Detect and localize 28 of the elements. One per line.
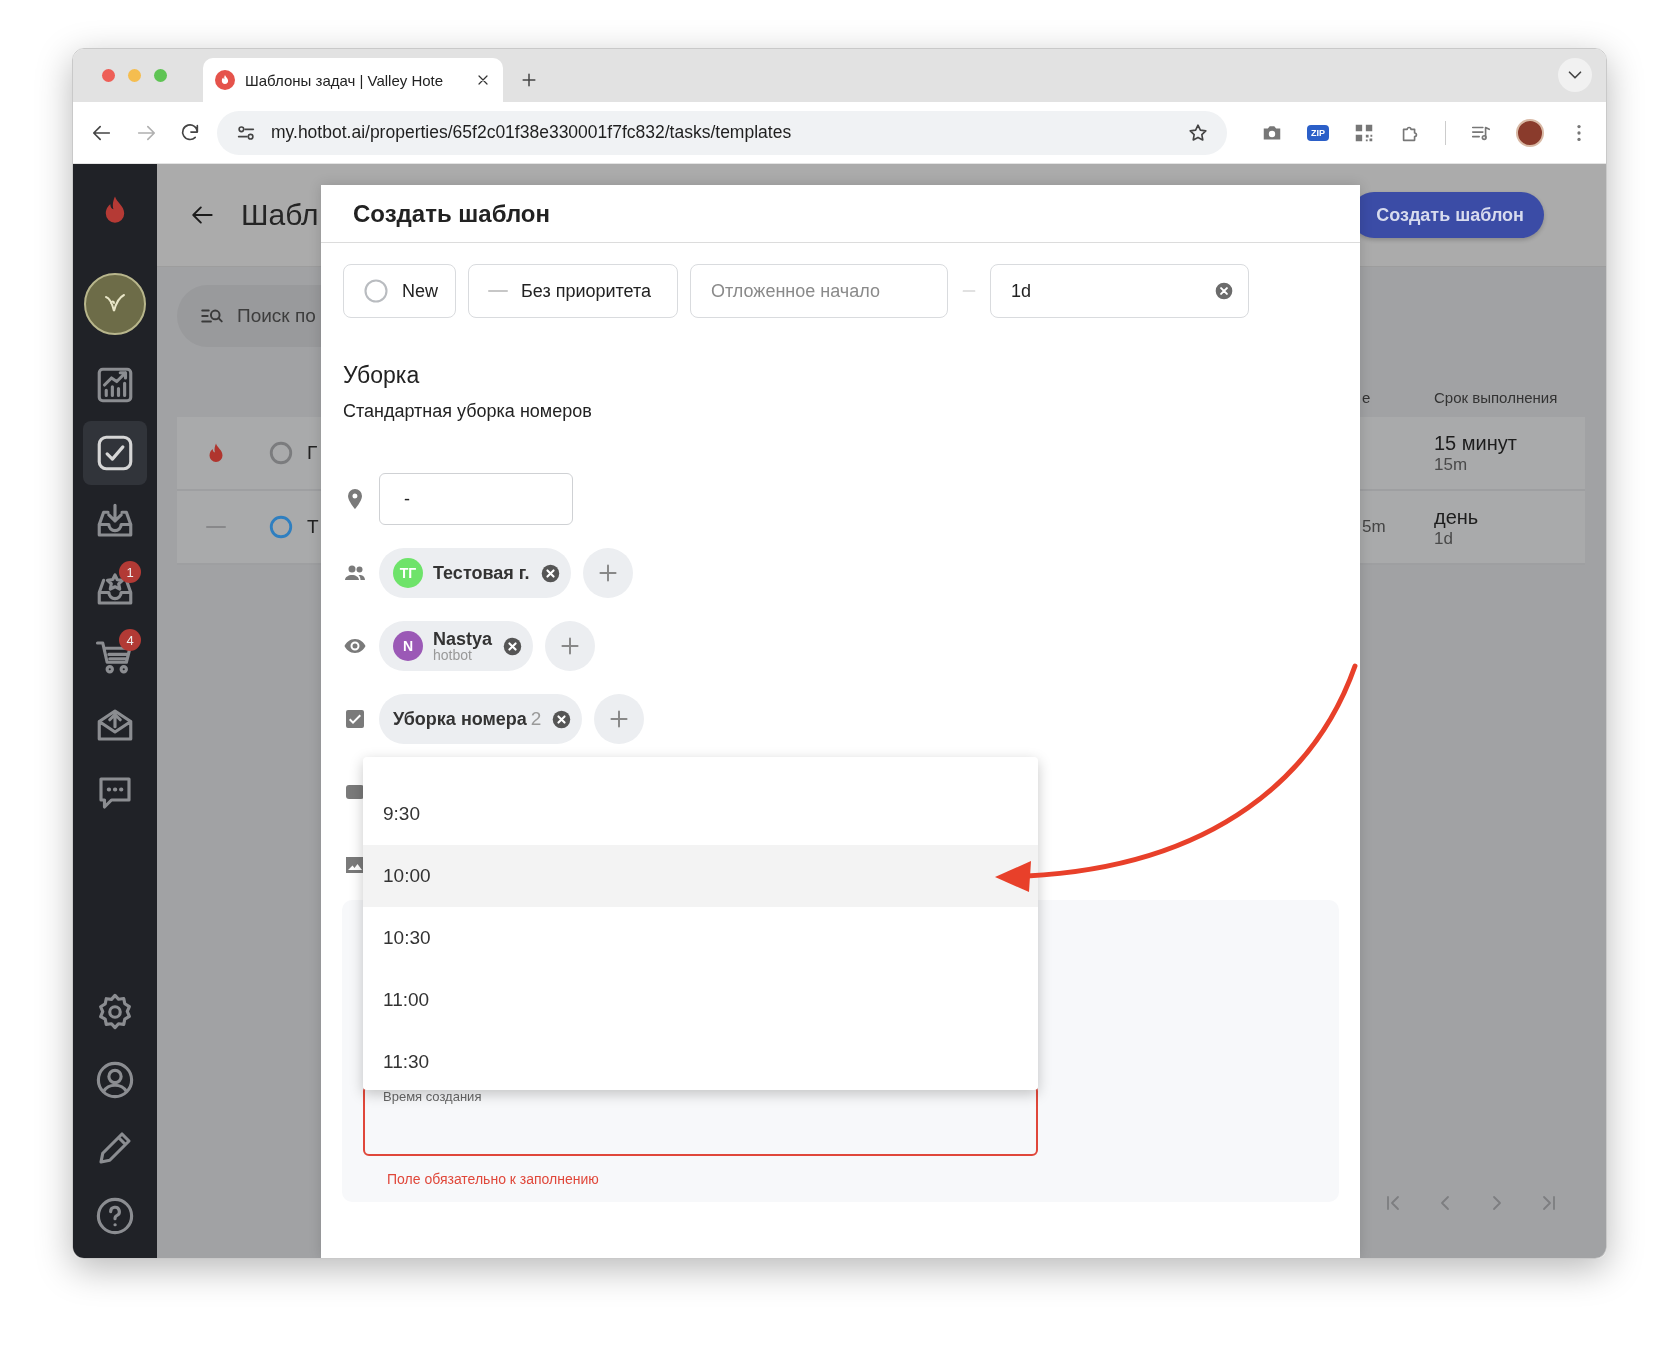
tab-title: Шаблоны задач | Valley Hote xyxy=(245,71,445,89)
column-header: е xyxy=(1362,388,1372,406)
template-title: Г xyxy=(307,442,319,464)
error-message: Поле обязательно к заполнению xyxy=(387,1171,600,1187)
deadline-short: 1d xyxy=(1434,528,1454,549)
person-name: Nastya xyxy=(433,630,493,648)
person-subtitle: hotbot xyxy=(433,648,472,662)
deadline-text: 15 минут xyxy=(1434,431,1518,455)
task-description: Стандартная уборка номеров xyxy=(343,401,593,422)
group-name: Тестовая г. xyxy=(433,562,530,584)
url-text: my.hotbot.ai/properties/65f2c01f38e330001f7fc832/tasks/templates xyxy=(271,122,793,143)
page-title: Шабл xyxy=(241,198,319,232)
dialog-title: Создать шаблон xyxy=(353,199,551,228)
template-title: Т xyxy=(307,516,320,538)
deadline-text: день xyxy=(1434,505,1480,529)
avatar: N xyxy=(393,631,423,661)
checklist-name: Уборка номера xyxy=(393,708,527,730)
search-placeholder: Поиск по xyxy=(237,305,316,327)
field-label: Время создания xyxy=(382,1090,483,1103)
column-header: Срок выполнения xyxy=(1434,388,1559,406)
count-badge: 4 xyxy=(119,629,141,651)
avatar: ТГ xyxy=(393,558,423,588)
deadline-short: 15m xyxy=(1434,454,1469,475)
field-value: 1d xyxy=(1011,280,1032,302)
count-badge: 1 xyxy=(119,561,141,583)
table-cell-text: 5m xyxy=(1362,517,1387,537)
item-count: 2 xyxy=(530,708,542,730)
task-name: Уборка xyxy=(343,362,421,389)
